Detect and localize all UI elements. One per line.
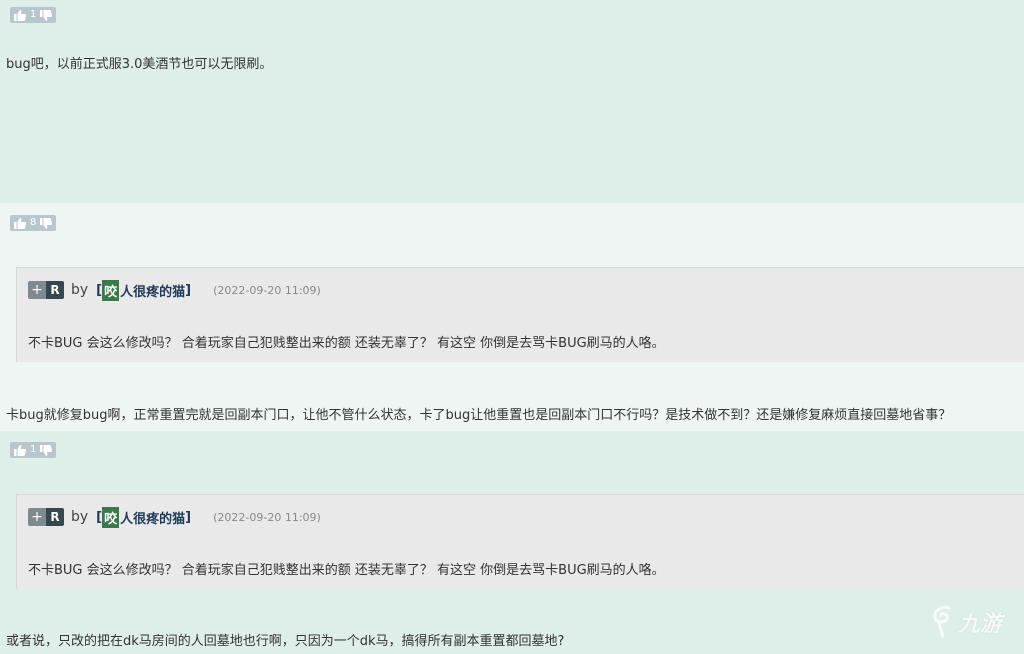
vote-count: 1 xyxy=(30,444,37,455)
quote-box: + R by [ 咬 人很疼的猫 ] (2022-09-20 11:09) 不卡… xyxy=(16,494,1024,589)
quote-prefix[interactable]: + R xyxy=(28,281,64,299)
quote-date: (2022-09-20 11:09) xyxy=(213,510,321,524)
by-label: by xyxy=(71,509,89,525)
bracket-close: ] xyxy=(185,282,192,298)
expand-icon[interactable]: + xyxy=(28,281,46,299)
thumbs-up-icon[interactable] xyxy=(14,217,26,229)
thumbs-down-icon[interactable] xyxy=(40,444,53,456)
post-text: 卡bug就修复bug啊，正常重置完就是回副本门口，让他不管什么状态，卡了bug让… xyxy=(6,408,952,423)
quote-header: + R by [ 咬 人很疼的猫 ] (2022-09-20 11:09) xyxy=(28,506,321,528)
vote-count: 8 xyxy=(30,217,37,228)
thumbs-up-icon[interactable] xyxy=(14,9,26,21)
bracket-close: ] xyxy=(185,509,192,525)
post-2: 8 + R by [ 咬 人很疼的猫 ] (2022-09-20 11:09) … xyxy=(0,203,1024,431)
watermark-text: 九游 xyxy=(958,612,1003,637)
thumbs-up-icon[interactable] xyxy=(14,444,26,456)
quoted-username[interactable]: [ 咬 人很疼的猫 ] xyxy=(96,506,192,528)
vote-count: 1 xyxy=(30,9,37,20)
nine-game-logo-icon xyxy=(933,605,951,638)
quote-text: 不卡BUG 会这么修改吗？ 合着玩家自己犯贱整出来的额 还装无辜了？ 有这空 你… xyxy=(28,336,665,351)
by-label: by xyxy=(71,282,89,298)
quoted-username[interactable]: [ 咬 人很疼的猫 ] xyxy=(96,279,192,301)
quote-text: 不卡BUG 会这么修改吗？ 合着玩家自己犯贱整出来的额 还装无辜了？ 有这空 你… xyxy=(28,563,665,578)
username-rest: 人很疼的猫 xyxy=(120,284,186,300)
vote-widget: 8 xyxy=(10,215,57,231)
quote-box: + R by [ 咬 人很疼的猫 ] (2022-09-20 11:09) 不卡… xyxy=(16,267,1024,362)
thumbs-down-icon[interactable] xyxy=(40,217,53,229)
vote-widget: 1 xyxy=(10,7,57,23)
quote-prefix[interactable]: + R xyxy=(28,508,64,526)
post-text: 或者说，只改的把在dk马房间的人回墓地也行啊，只因为一个dk马，搞得所有副本重置… xyxy=(6,634,565,649)
reply-icon[interactable]: R xyxy=(46,508,64,526)
post-text: bug吧，以前正式服3.0美酒节也可以无限刷。 xyxy=(6,57,273,72)
thumbs-down-icon[interactable] xyxy=(40,9,53,21)
post-3: 1 + R by [ 咬 人很疼的猫 ] (2022-09-20 11:09) … xyxy=(0,431,1024,654)
watermark-logo: 九游 xyxy=(930,605,1002,639)
reply-icon[interactable]: R xyxy=(46,281,64,299)
vote-widget: 1 xyxy=(10,442,57,458)
username-first-char: 咬 xyxy=(102,506,120,528)
post-1: 1 bug吧，以前正式服3.0美酒节也可以无限刷。 xyxy=(0,0,1024,203)
quote-date: (2022-09-20 11:09) xyxy=(213,283,321,297)
quote-header: + R by [ 咬 人很疼的猫 ] (2022-09-20 11:09) xyxy=(28,279,321,301)
expand-icon[interactable]: + xyxy=(28,508,46,526)
username-first-char: 咬 xyxy=(102,279,120,301)
username-rest: 人很疼的猫 xyxy=(120,511,186,527)
